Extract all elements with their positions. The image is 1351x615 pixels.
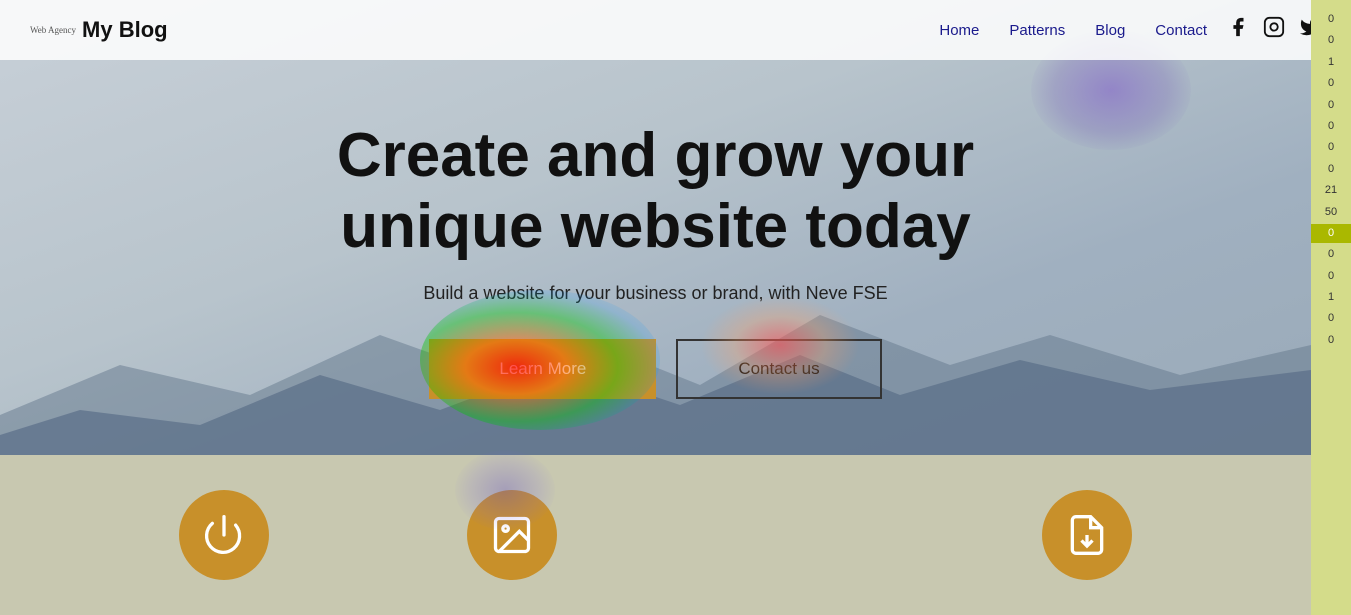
sidebar-numbers: 0 0 1 0 0 0 0 0 21 50 0 0 0 1 0 0	[1311, 0, 1351, 615]
site-header: Web Agency My Blog Home Patterns Blog Co…	[0, 0, 1351, 60]
sidebar-num-7: 0	[1311, 160, 1351, 179]
sidebar-num-10: 0	[1311, 224, 1351, 243]
sidebar-num-9: 50	[1311, 203, 1351, 222]
sidebar-num-12: 0	[1311, 267, 1351, 286]
power-icon-circle[interactable]	[179, 490, 269, 580]
social-icons-group	[1227, 16, 1321, 44]
sidebar-num-6: 0	[1311, 138, 1351, 157]
hero-buttons: Learn More Contact us	[429, 339, 881, 399]
sidebar-num-3: 0	[1311, 74, 1351, 93]
sidebar-num-15: 0	[1311, 331, 1351, 350]
bottom-section	[0, 455, 1311, 615]
image-icon	[490, 513, 534, 557]
power-icon	[202, 513, 246, 557]
site-title: My Blog	[82, 17, 168, 43]
learn-more-button[interactable]: Learn More	[429, 339, 656, 399]
sidebar-num-5: 0	[1311, 117, 1351, 136]
instagram-icon[interactable]	[1263, 16, 1285, 44]
download-icon	[1065, 513, 1109, 557]
sidebar-num-14: 0	[1311, 309, 1351, 328]
facebook-icon[interactable]	[1227, 16, 1249, 44]
hero-content: Create and grow your unique website toda…	[0, 60, 1311, 399]
download-icon-circle[interactable]	[1042, 490, 1132, 580]
nav-home[interactable]: Home	[939, 22, 979, 39]
main-nav: Home Patterns Blog Contact	[939, 22, 1207, 39]
sidebar-num-1: 0	[1311, 31, 1351, 50]
sidebar-num-11: 0	[1311, 245, 1351, 264]
sidebar-num-8: 21	[1311, 181, 1351, 200]
sidebar-num-13: 1	[1311, 288, 1351, 307]
image-icon-circle[interactable]	[467, 490, 557, 580]
sidebar-num-2: 1	[1311, 53, 1351, 72]
contact-us-button[interactable]: Contact us	[676, 339, 881, 399]
nav-blog[interactable]: Blog	[1095, 22, 1125, 39]
agency-label: Web Agency	[30, 25, 76, 36]
nav-patterns[interactable]: Patterns	[1009, 22, 1065, 39]
nav-contact[interactable]: Contact	[1155, 22, 1207, 39]
sidebar-num-4: 0	[1311, 96, 1351, 115]
hero-section: Create and grow your unique website toda…	[0, 0, 1311, 455]
hero-title: Create and grow your unique website toda…	[337, 120, 974, 263]
hero-subtitle: Build a website for your business or bra…	[423, 283, 887, 304]
sidebar-num-0: 0	[1311, 10, 1351, 29]
